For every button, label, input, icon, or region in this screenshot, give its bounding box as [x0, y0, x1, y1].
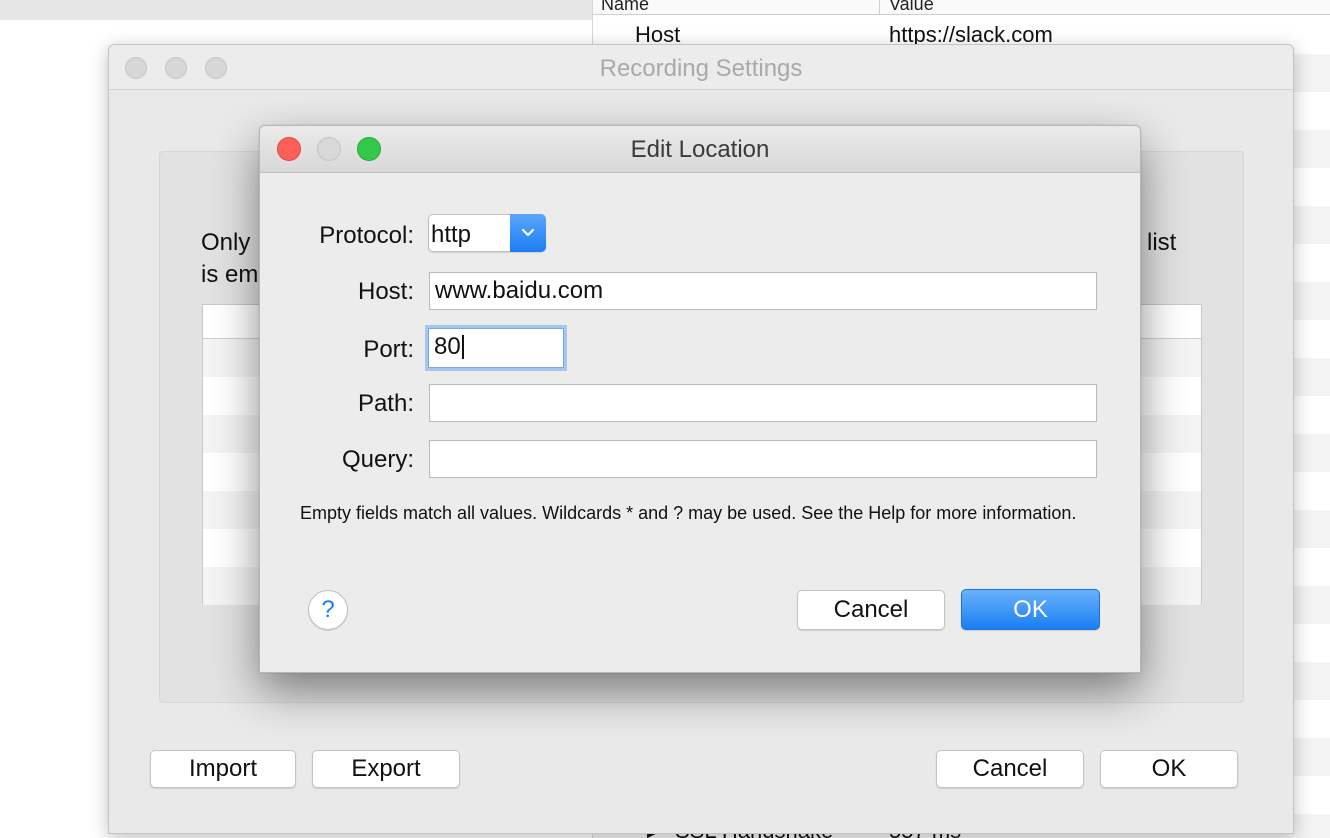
host-field[interactable]: www.baidu.com	[429, 272, 1097, 310]
dialog-title: Edit Location	[630, 136, 770, 163]
export-button[interactable]: Export	[312, 750, 460, 788]
description-text: Only	[201, 229, 251, 256]
text-cursor	[461, 335, 464, 359]
window-title: Recording Settings	[599, 55, 803, 82]
path-field[interactable]	[429, 384, 1097, 422]
protocol-label: Protocol:	[319, 222, 414, 249]
port-field[interactable]: 80	[428, 328, 564, 368]
query-label: Query:	[341, 446, 414, 473]
path-label: Path:	[357, 390, 414, 417]
port-label: Port:	[363, 336, 414, 363]
query-field[interactable]	[429, 440, 1097, 478]
description-text: list	[1147, 229, 1177, 256]
ok-button[interactable]: OK	[1100, 750, 1238, 788]
host-label: Host:	[357, 278, 414, 305]
column-separator	[879, 0, 880, 14]
ok-button[interactable]: OK	[961, 589, 1100, 630]
edit-location-dialog: Edit Location Protocol: http Host: www.b…	[259, 125, 1141, 673]
table-header: Name Value	[593, 0, 1330, 15]
import-button[interactable]: Import	[150, 750, 296, 788]
column-header-name[interactable]: Name	[601, 0, 649, 15]
recording-settings-titlebar: Recording Settings	[109, 45, 1293, 90]
chevron-down-icon[interactable]	[510, 214, 546, 252]
host-value: www.baidu.com	[435, 277, 604, 304]
dialog-titlebar: Edit Location	[260, 126, 1140, 173]
protocol-select[interactable]: http	[428, 214, 546, 252]
port-value: 80	[434, 333, 461, 360]
cancel-button[interactable]: Cancel	[797, 590, 945, 630]
hint-text: Empty fields match all values. Wildcards…	[300, 503, 1077, 523]
description-text: is em	[201, 261, 259, 288]
background-toolbar-strip	[0, 0, 592, 20]
help-button[interactable]: ?	[308, 590, 348, 630]
cancel-button[interactable]: Cancel	[936, 750, 1084, 788]
protocol-value: http	[431, 221, 472, 248]
column-header-value[interactable]: Value	[889, 0, 934, 15]
